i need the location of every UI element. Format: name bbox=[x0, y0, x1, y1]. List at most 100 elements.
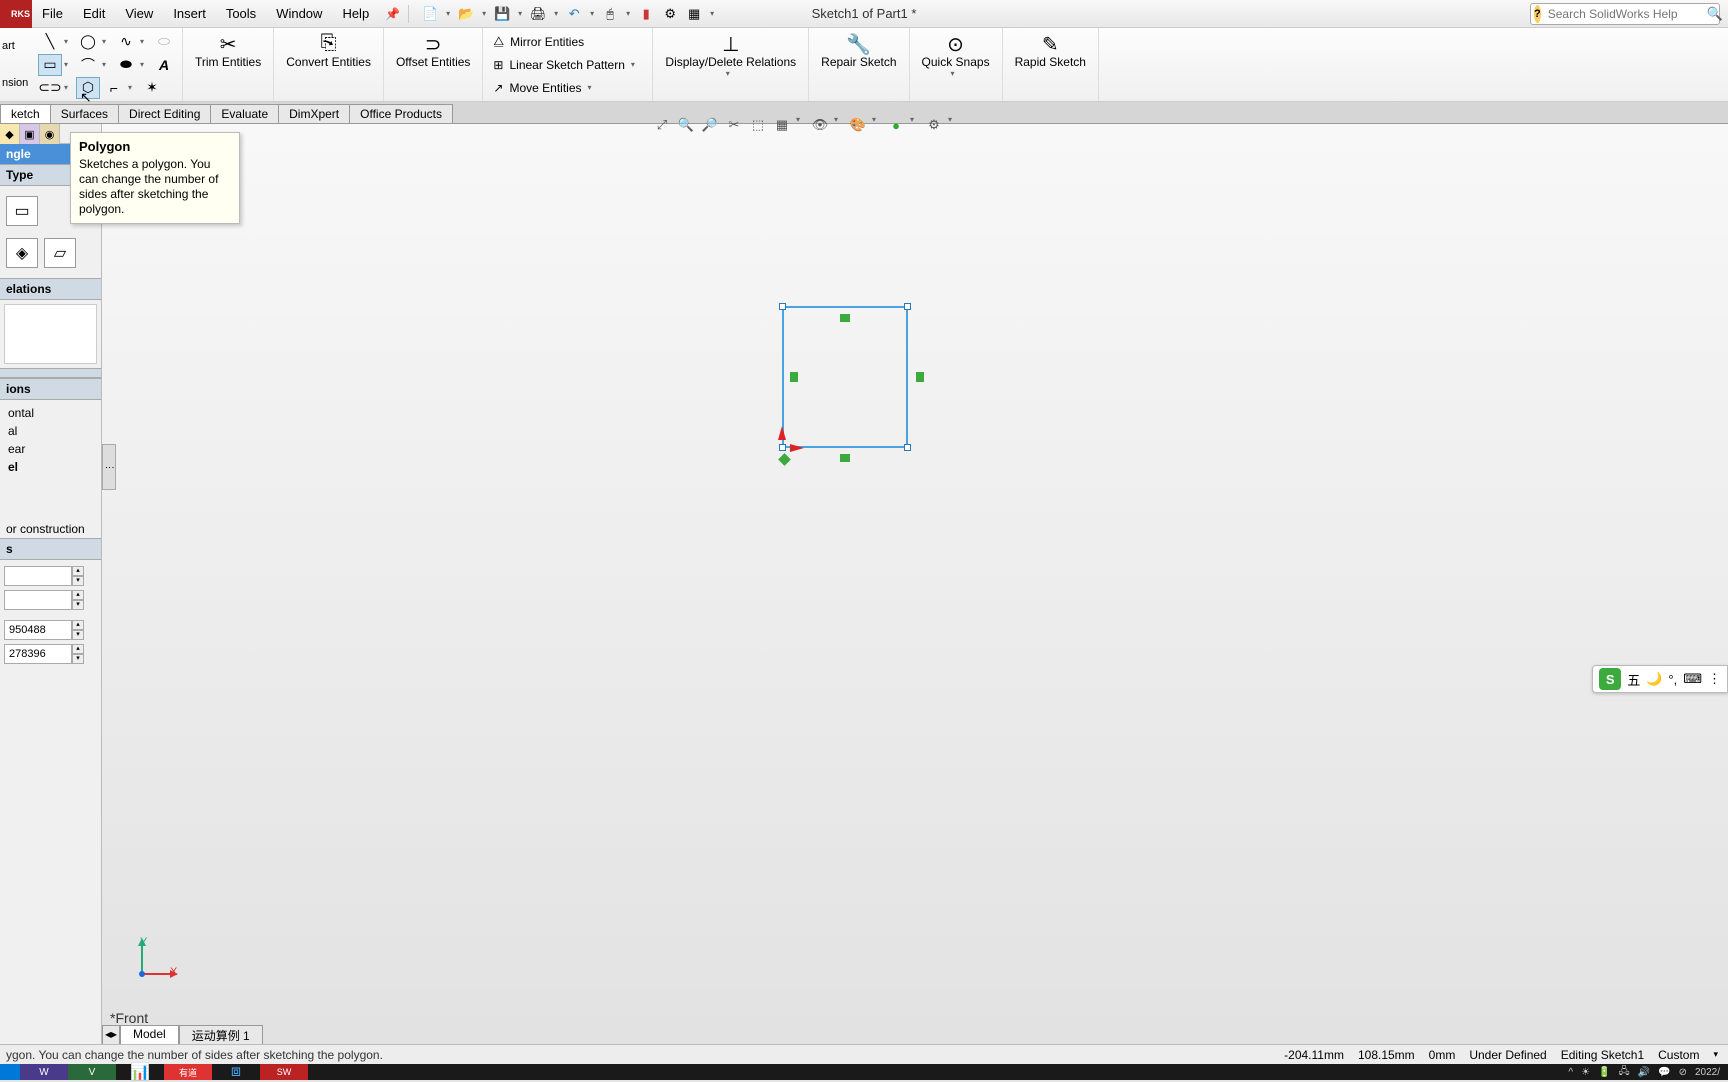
zoom-fit-button[interactable]: ⤢ bbox=[652, 115, 672, 135]
taskbar-app-3[interactable]: 📊 bbox=[116, 1064, 164, 1080]
customize-dropdown[interactable]: ▾ bbox=[707, 3, 717, 25]
handle-bl[interactable] bbox=[779, 444, 786, 451]
rect-type-3pt[interactable]: ▱ bbox=[44, 238, 76, 268]
spin-down-4[interactable]: ▾ bbox=[72, 654, 84, 664]
arc-tool[interactable]: ⌒ bbox=[76, 54, 100, 76]
options-button[interactable]: ⚙ bbox=[659, 3, 681, 25]
tab-office-products[interactable]: Office Products bbox=[349, 104, 453, 123]
rebuild-button[interactable]: ▮ bbox=[635, 3, 657, 25]
menu-view[interactable]: View bbox=[115, 0, 163, 28]
view-settings-button[interactable]: ⚙ bbox=[924, 115, 944, 135]
tray-clock[interactable]: 2022/ bbox=[1695, 1067, 1720, 1078]
save-dropdown[interactable]: ▾ bbox=[515, 3, 525, 25]
slot-tool[interactable]: ⬬ bbox=[114, 54, 138, 76]
taskbar-app-solidworks[interactable]: SW bbox=[260, 1064, 308, 1080]
constraint-horizontal-top[interactable] bbox=[840, 314, 850, 322]
arc-dropdown[interactable]: ▾ bbox=[102, 60, 112, 69]
tab-direct-editing[interactable]: Direct Editing bbox=[118, 104, 211, 123]
menu-tools[interactable]: Tools bbox=[216, 0, 266, 28]
apply-scene-button[interactable]: ● bbox=[886, 115, 906, 135]
ime-menu-icon[interactable]: ⋮ bbox=[1708, 671, 1721, 687]
select-dropdown[interactable]: ▾ bbox=[623, 3, 633, 25]
spin-down-3[interactable]: ▾ bbox=[72, 630, 84, 640]
tray-action-icon[interactable]: ⊘ bbox=[1679, 1067, 1687, 1078]
menu-help[interactable]: Help bbox=[332, 0, 379, 28]
taskbar-app-4[interactable]: 有道 bbox=[164, 1064, 212, 1080]
tray-weather-icon[interactable]: ☀ bbox=[1581, 1067, 1590, 1078]
start-button[interactable] bbox=[0, 1064, 20, 1080]
pattern-dropdown[interactable]: ▾ bbox=[631, 60, 641, 69]
taskbar-app-1[interactable]: W bbox=[20, 1064, 68, 1080]
print-button[interactable]: 🖨 bbox=[527, 3, 549, 25]
rectangle-tool[interactable]: ▭ bbox=[38, 54, 62, 76]
handle-tl[interactable] bbox=[779, 303, 786, 310]
option-vertical[interactable]: al bbox=[4, 422, 97, 440]
status-custom[interactable]: Custom bbox=[1658, 1048, 1699, 1062]
prev-view-button[interactable]: 🔎 bbox=[700, 115, 720, 135]
handle-tr[interactable] bbox=[904, 303, 911, 310]
tab-surfaces[interactable]: Surfaces bbox=[50, 104, 119, 123]
polygon-tool[interactable]: ⬡ bbox=[76, 77, 100, 99]
scene-dropdown[interactable]: ▾ bbox=[910, 115, 920, 135]
ime-punct-icon[interactable]: °, bbox=[1668, 672, 1677, 687]
slot-straight-tool[interactable]: ⊂⊃ bbox=[38, 77, 62, 99]
constraint-vertical-right[interactable] bbox=[916, 372, 924, 382]
spin-up-1[interactable]: ▴ bbox=[72, 566, 84, 576]
circle-dropdown[interactable]: ▾ bbox=[102, 37, 112, 46]
relations-dropdown[interactable]: ▾ bbox=[726, 69, 736, 78]
new-button[interactable]: 📄 bbox=[419, 3, 441, 25]
panel-tab-config[interactable]: ◉ bbox=[40, 124, 60, 144]
rect-type-corner[interactable]: ▭ bbox=[6, 196, 38, 226]
ellipse-tool[interactable]: ⬭ bbox=[152, 31, 176, 53]
appearance-dropdown[interactable]: ▾ bbox=[872, 115, 882, 135]
option-del[interactable]: el bbox=[4, 458, 97, 476]
linear-pattern-button[interactable]: ⊞Linear Sketch Pattern▾ bbox=[487, 53, 648, 76]
tray-network-icon[interactable]: 🖧 bbox=[1619, 1064, 1630, 1081]
sl2-dropdown[interactable]: ▾ bbox=[64, 83, 74, 92]
rapid-sketch-button[interactable]: ✎ Rapid Sketch bbox=[1007, 30, 1094, 71]
tray-notifications-icon[interactable]: 💬 bbox=[1658, 1067, 1670, 1078]
section-parameters[interactable]: s bbox=[0, 538, 101, 560]
line-tool[interactable]: ╲ bbox=[38, 31, 62, 53]
model-tab[interactable]: Model bbox=[120, 1025, 179, 1045]
menu-file[interactable]: File bbox=[32, 0, 73, 28]
menu-insert[interactable]: Insert bbox=[163, 0, 216, 28]
hide-show-dropdown[interactable]: ▾ bbox=[834, 115, 844, 135]
offset-entities-button[interactable]: ⊃ Offset Entities bbox=[388, 30, 478, 71]
open-button[interactable]: 📂 bbox=[455, 3, 477, 25]
repair-sketch-button[interactable]: 🔧 Repair Sketch bbox=[813, 30, 904, 71]
hide-show-button[interactable]: 👁 bbox=[810, 115, 830, 135]
new-dropdown[interactable]: ▾ bbox=[443, 3, 453, 25]
tab-evaluate[interactable]: Evaluate bbox=[210, 104, 279, 123]
display-style-dropdown[interactable]: ▾ bbox=[796, 115, 806, 135]
quick-snaps-button[interactable]: ⊙ Quick Snaps ▾ bbox=[914, 30, 998, 80]
pin-icon[interactable]: 📌 bbox=[379, 7, 406, 21]
taskbar-app-2[interactable]: V bbox=[68, 1064, 116, 1080]
display-style-button[interactable]: ▦ bbox=[772, 115, 792, 135]
line-dropdown[interactable]: ▾ bbox=[64, 37, 74, 46]
section-relations[interactable]: elations bbox=[0, 278, 101, 300]
rectangle-dropdown[interactable]: ▾ bbox=[64, 60, 74, 69]
edit-appearance-button[interactable]: 🎨 bbox=[848, 115, 868, 135]
param-input-4[interactable] bbox=[4, 644, 72, 664]
spin-up-4[interactable]: ▴ bbox=[72, 644, 84, 654]
tab-sketch[interactable]: ketch bbox=[0, 104, 51, 123]
move-dropdown[interactable]: ▾ bbox=[588, 83, 598, 92]
fillet-tool[interactable]: ⌐ bbox=[102, 77, 126, 99]
open-dropdown[interactable]: ▾ bbox=[479, 3, 489, 25]
status-dropdown-icon[interactable]: ▾ bbox=[1713, 1049, 1718, 1060]
convert-entities-button[interactable]: ⎘ Convert Entities bbox=[278, 30, 379, 71]
spin-down-2[interactable]: ▾ bbox=[72, 600, 84, 610]
taskbar-app-5[interactable]: ⧈ bbox=[212, 1064, 260, 1080]
arrow-tab[interactable]: ◂▸ bbox=[102, 1025, 120, 1045]
section-options[interactable]: ions bbox=[0, 378, 101, 400]
section-view-button[interactable]: ✂ bbox=[724, 115, 744, 135]
tray-chevron-icon[interactable]: ^ bbox=[1568, 1067, 1573, 1078]
tab-dimxpert[interactable]: DimXpert bbox=[278, 104, 350, 123]
snaps-dropdown[interactable]: ▾ bbox=[951, 69, 961, 78]
tray-volume-icon[interactable]: 🔊 bbox=[1638, 1067, 1650, 1078]
param-input-3[interactable] bbox=[4, 620, 72, 640]
mirror-entities-button[interactable]: ⧋Mirror Entities bbox=[487, 30, 648, 53]
spline-dropdown[interactable]: ▾ bbox=[140, 37, 150, 46]
tray-battery-icon[interactable]: 🔋 bbox=[1598, 1067, 1610, 1078]
